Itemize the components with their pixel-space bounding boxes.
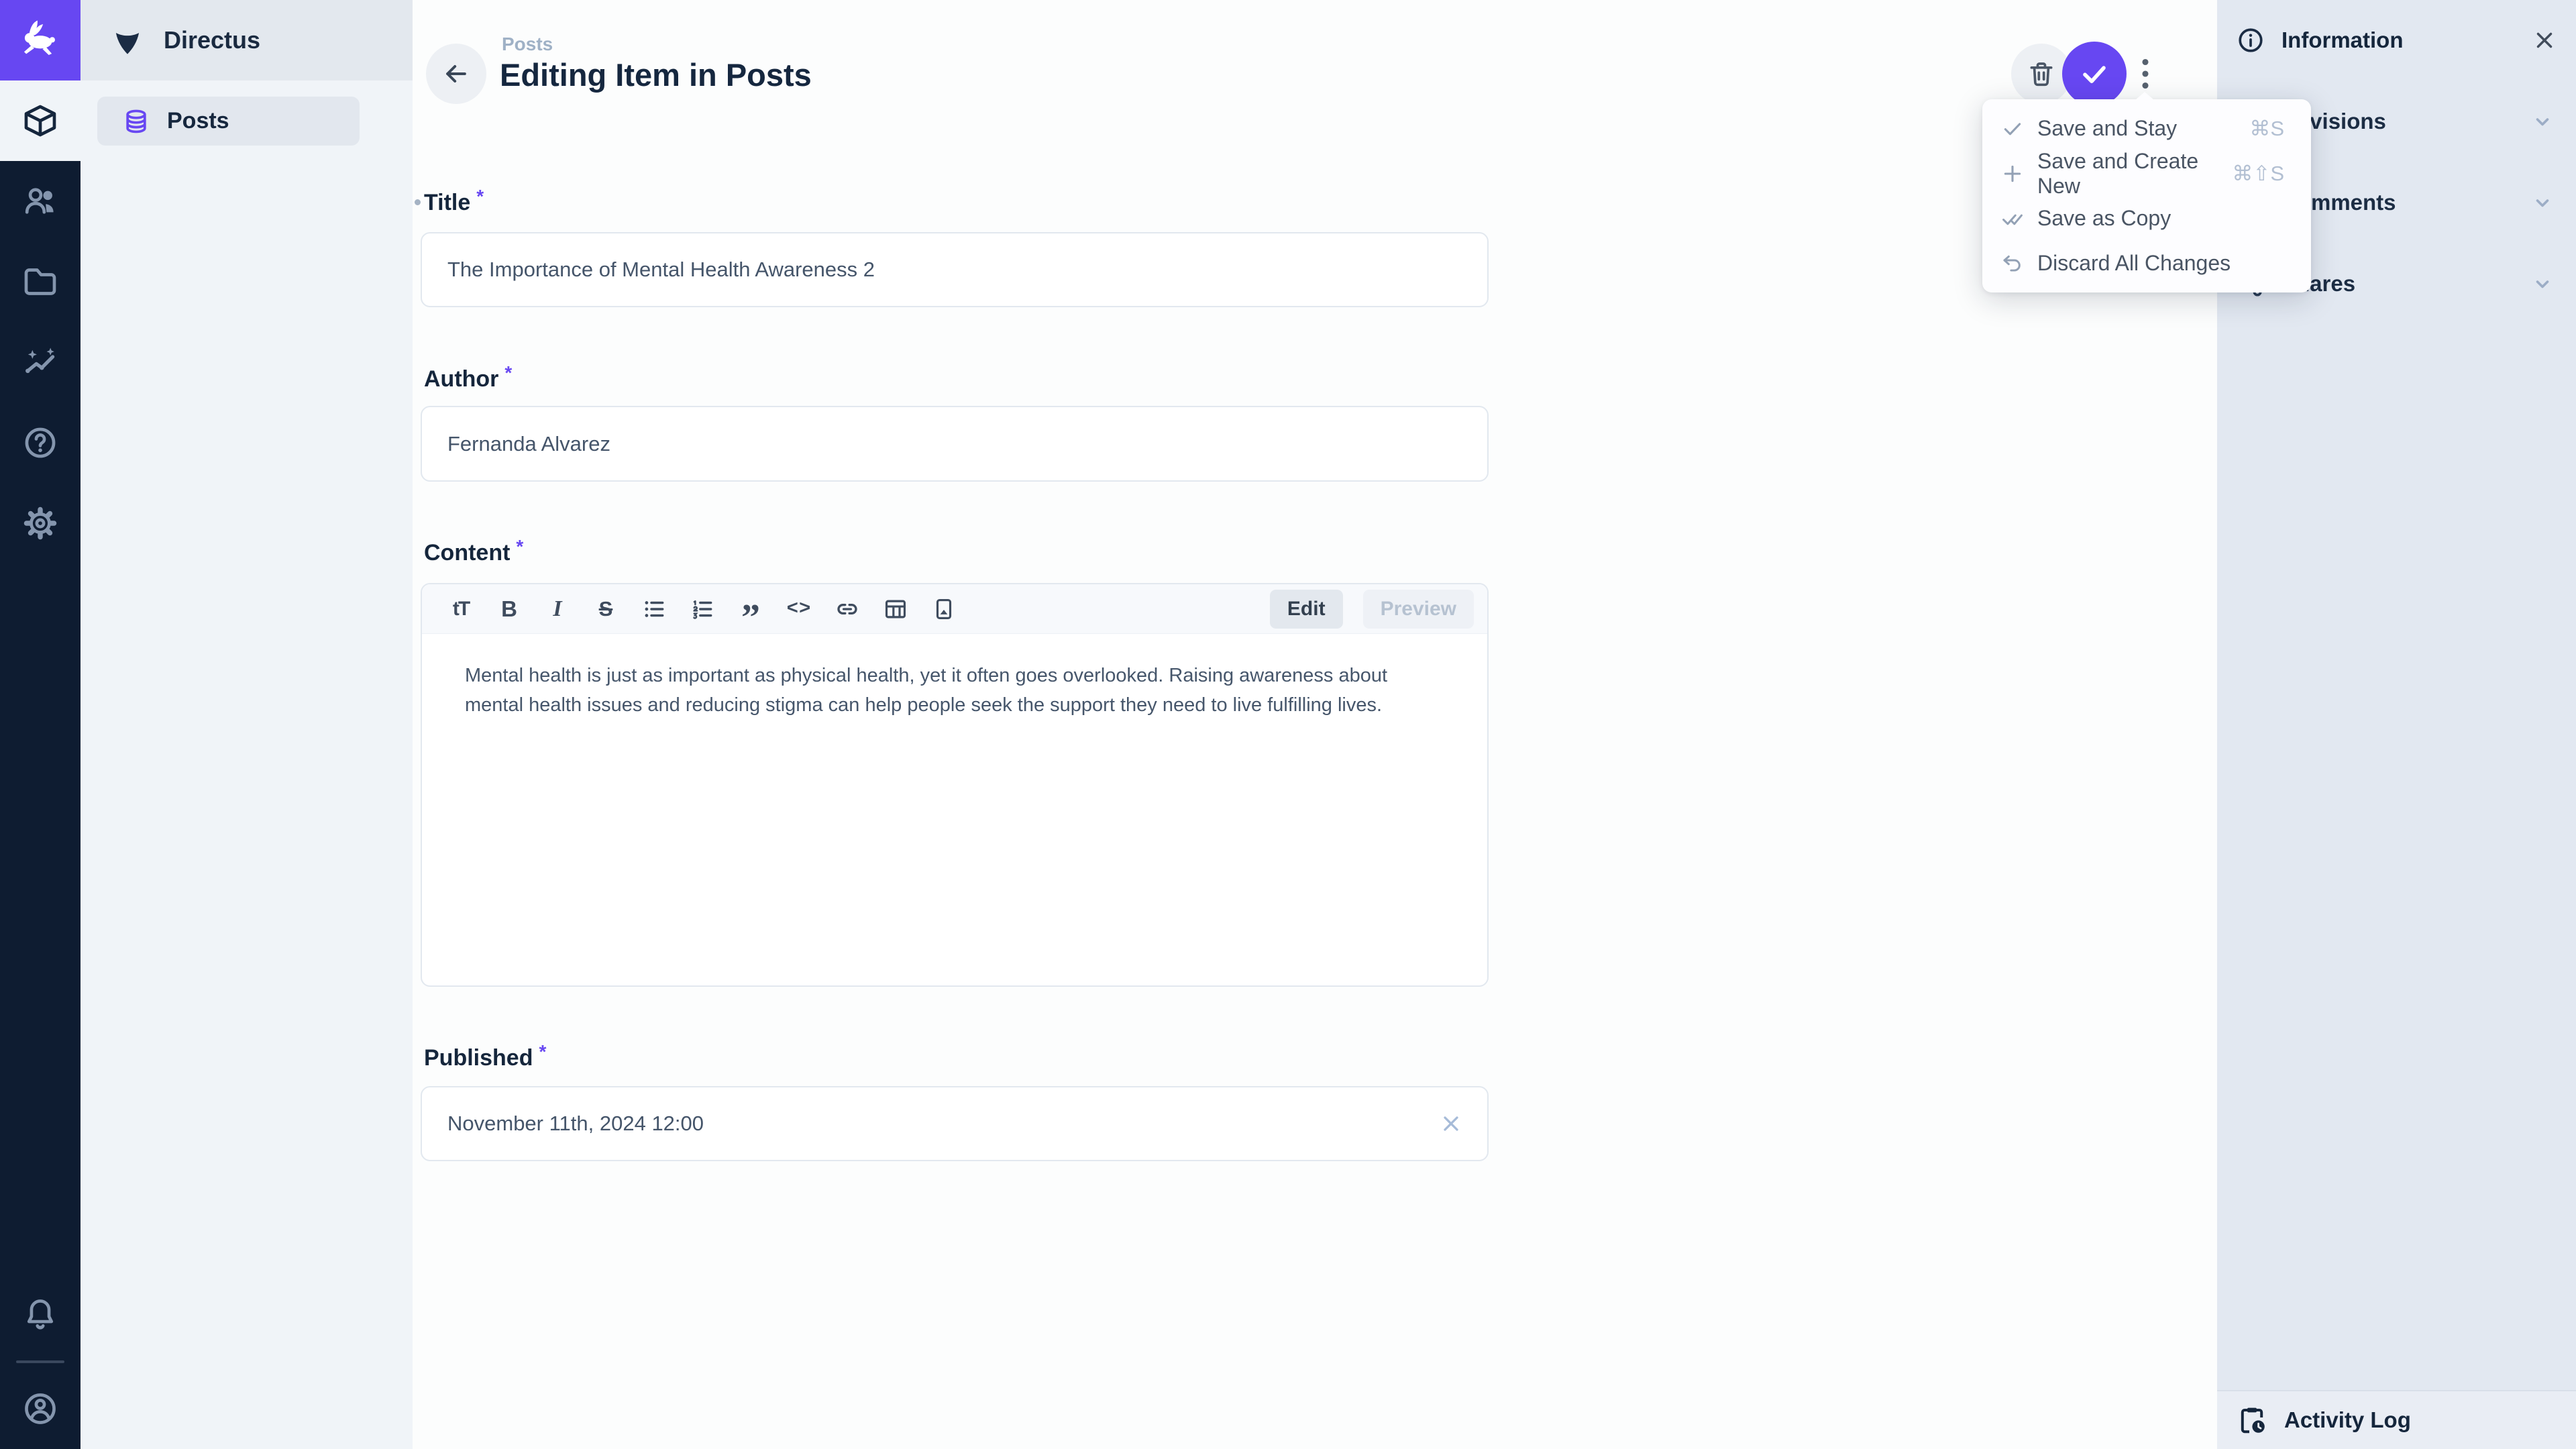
breadcrumb[interactable]: Posts bbox=[502, 34, 553, 55]
plus-icon bbox=[2001, 162, 2024, 185]
arrow-left-icon bbox=[441, 59, 471, 89]
menu-item-save-as-copy[interactable]: Save as Copy bbox=[1982, 196, 2311, 241]
menu-item-save-and-stay[interactable]: Save and Stay ⌘S bbox=[1982, 106, 2311, 151]
shortcut-hint: ⌘⇧S bbox=[2232, 162, 2284, 186]
image-icon[interactable] bbox=[920, 584, 968, 634]
published-input-value: November 11th, 2024 12:00 bbox=[447, 1112, 704, 1136]
content-toolbar: tT B I S ” < bbox=[422, 584, 1487, 634]
main-content: Posts Editing Item in Posts Title * The … bbox=[413, 0, 2217, 1449]
back-button[interactable] bbox=[426, 44, 486, 104]
tab-preview[interactable]: Preview bbox=[1363, 590, 1474, 629]
bell-icon bbox=[21, 1296, 59, 1334]
chevron-down-icon bbox=[2530, 272, 2555, 296]
info-icon bbox=[2236, 25, 2265, 55]
nav-sidebar: Directus Posts bbox=[80, 0, 413, 1449]
module-bar bbox=[0, 0, 80, 1449]
required-marker: * bbox=[539, 1041, 546, 1063]
activity-log-button[interactable]: Activity Log bbox=[2217, 1390, 2576, 1449]
account-button[interactable] bbox=[0, 1368, 80, 1449]
sidebar-header[interactable]: Information bbox=[2217, 0, 2576, 80]
undo-icon bbox=[2001, 252, 2024, 275]
clear-date-button[interactable] bbox=[1439, 1112, 1463, 1136]
page-title: Editing Item in Posts bbox=[500, 56, 812, 93]
heading-icon[interactable]: tT bbox=[437, 584, 485, 634]
directus-rabbit-icon bbox=[18, 18, 62, 62]
blockquote-icon[interactable]: ” bbox=[727, 584, 775, 634]
trash-icon bbox=[2027, 59, 2056, 89]
gear-icon bbox=[21, 504, 59, 542]
author-input[interactable]: Fernanda Alvarez bbox=[421, 406, 1489, 482]
content-field-label: Content * bbox=[424, 540, 523, 566]
sidebar-section-label: Revisions bbox=[2282, 109, 2530, 134]
double-check-icon bbox=[2001, 207, 2024, 230]
save-button[interactable] bbox=[2062, 42, 2127, 106]
people-icon bbox=[21, 182, 59, 220]
box-icon bbox=[21, 102, 59, 140]
module-content[interactable] bbox=[0, 80, 80, 161]
sidebar-spacer bbox=[2217, 324, 2576, 1390]
module-user-directory[interactable] bbox=[0, 161, 80, 241]
chevron-down-icon bbox=[2530, 109, 2555, 133]
sidebar-title: Information bbox=[2282, 28, 2532, 53]
required-marker: * bbox=[476, 186, 484, 207]
menu-item-save-and-create-new[interactable]: Save and Create New ⌘⇧S bbox=[1982, 151, 2311, 196]
table-icon[interactable] bbox=[871, 584, 920, 634]
menu-item-discard-all-changes[interactable]: Discard All Changes bbox=[1982, 241, 2311, 286]
sidebar-item-posts[interactable]: Posts bbox=[97, 97, 360, 146]
avatar-icon bbox=[21, 1390, 59, 1428]
content-editor: tT B I S ” < bbox=[421, 583, 1489, 987]
italic-icon[interactable]: I bbox=[533, 584, 582, 634]
clipboard-clock-icon bbox=[2236, 1404, 2268, 1436]
author-input-value: Fernanda Alvarez bbox=[447, 432, 610, 456]
bold-icon[interactable]: B bbox=[485, 584, 533, 634]
sidebar-item-label: Posts bbox=[167, 108, 229, 134]
check-icon bbox=[2078, 58, 2110, 90]
check-icon bbox=[2001, 117, 2024, 140]
close-sidebar-button[interactable] bbox=[2532, 28, 2557, 53]
close-icon bbox=[2532, 28, 2557, 53]
module-bar-spacer bbox=[0, 564, 80, 1275]
strikethrough-icon[interactable]: S bbox=[582, 584, 630, 634]
bullet-list-icon[interactable] bbox=[630, 584, 678, 634]
activity-log-label: Activity Log bbox=[2284, 1407, 2411, 1433]
project-name: Directus bbox=[164, 26, 260, 54]
title-input-value: The Importance of Mental Health Awarenes… bbox=[447, 258, 875, 282]
numbered-list-icon[interactable] bbox=[678, 584, 727, 634]
folder-icon bbox=[21, 263, 59, 301]
sidebar-section-label: Shares bbox=[2282, 271, 2530, 297]
required-marker: * bbox=[504, 362, 512, 384]
module-bar-divider bbox=[16, 1360, 64, 1363]
title-field-label: Title * bbox=[424, 190, 484, 216]
project-header[interactable]: Directus bbox=[80, 0, 413, 80]
link-icon[interactable] bbox=[823, 584, 871, 634]
close-icon bbox=[1439, 1112, 1463, 1136]
content-textarea[interactable]: Mental health is just as important as ph… bbox=[422, 634, 1482, 720]
required-marker: * bbox=[516, 536, 523, 557]
module-file-library[interactable] bbox=[0, 241, 80, 322]
dots-vertical-icon bbox=[2141, 58, 2150, 90]
code-icon[interactable]: <> bbox=[775, 584, 823, 634]
save-options-menu: Save and Stay ⌘S Save and Create New ⌘⇧S… bbox=[1982, 99, 2311, 292]
published-field-label: Published * bbox=[424, 1045, 546, 1071]
fan-icon bbox=[110, 23, 145, 58]
more-options-button[interactable] bbox=[2131, 55, 2159, 93]
insights-icon bbox=[21, 343, 59, 381]
edited-indicator-dot bbox=[415, 199, 421, 205]
published-input[interactable]: November 11th, 2024 12:00 bbox=[421, 1086, 1489, 1161]
chevron-down-icon bbox=[2530, 191, 2555, 215]
module-settings[interactable] bbox=[0, 483, 80, 564]
tab-edit[interactable]: Edit bbox=[1270, 590, 1343, 629]
notifications-button[interactable] bbox=[0, 1275, 80, 1355]
database-icon bbox=[121, 107, 151, 136]
title-input[interactable]: The Importance of Mental Health Awarenes… bbox=[421, 232, 1489, 307]
module-insights[interactable] bbox=[0, 322, 80, 402]
help-icon bbox=[21, 424, 59, 462]
directus-logo[interactable] bbox=[0, 0, 80, 80]
sidebar-section-label: Comments bbox=[2282, 190, 2530, 215]
module-documentation[interactable] bbox=[0, 402, 80, 483]
author-field-label: Author * bbox=[424, 366, 512, 392]
shortcut-hint: ⌘S bbox=[2249, 117, 2284, 141]
